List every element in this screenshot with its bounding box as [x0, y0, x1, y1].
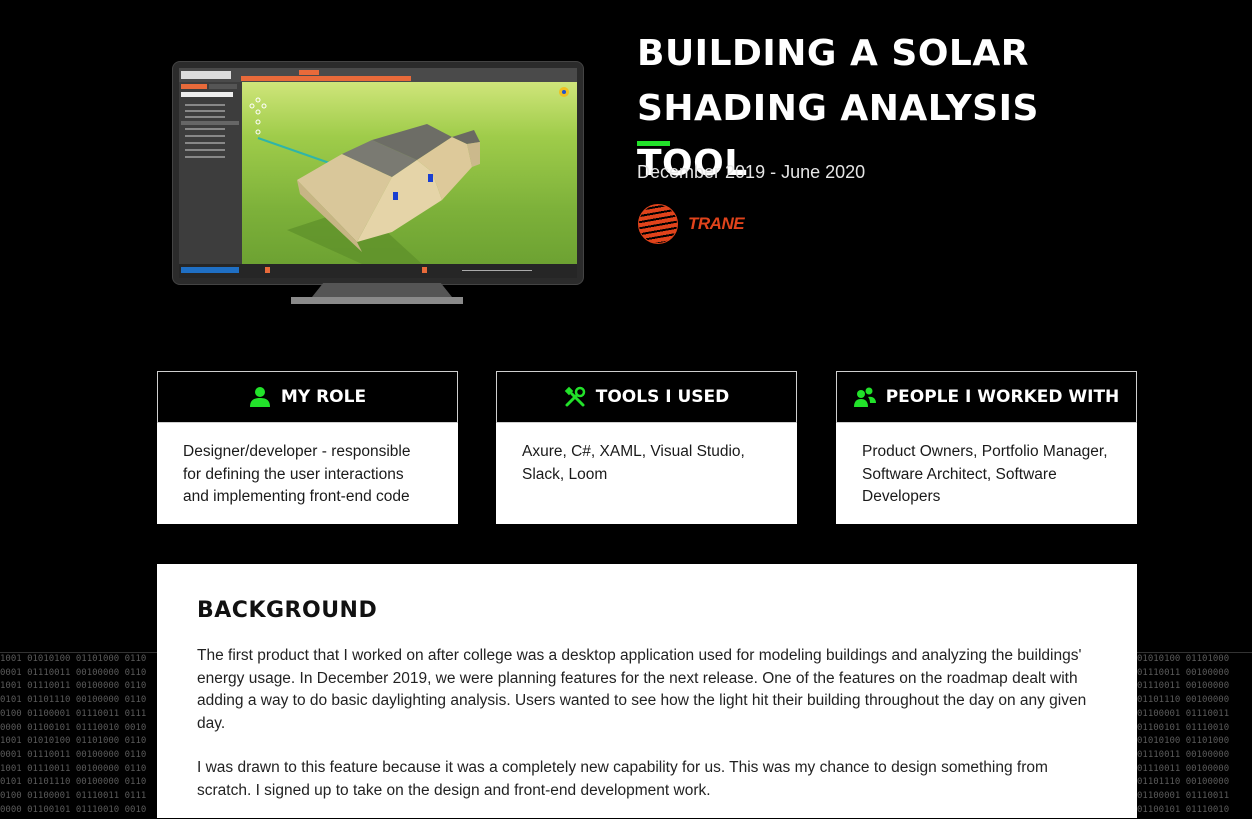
- accent-divider: [637, 141, 670, 146]
- title-line-1: BUILDING A SOLAR: [637, 33, 1029, 74]
- trane-logo: TRANE: [638, 204, 745, 244]
- card-my-role: MY ROLE Designer/developer - responsible…: [157, 371, 458, 524]
- card-tools: TOOLS I USED Axure, C#, XAML, Visual Stu…: [496, 371, 797, 524]
- trane-logo-text: TRANE: [688, 214, 745, 233]
- project-dates: December 2019 - June 2020: [637, 162, 866, 182]
- monitor-stand: [312, 283, 452, 297]
- trane-logo-icon: [638, 204, 678, 244]
- card-title: TOOLS I USED: [595, 387, 730, 407]
- user-icon: [249, 387, 270, 407]
- card-header: MY ROLE: [157, 371, 458, 423]
- card-title: MY ROLE: [280, 387, 367, 407]
- card-header: TOOLS I USED: [496, 371, 797, 423]
- app-toolbar: [179, 68, 577, 82]
- app-screenshot: [179, 68, 577, 278]
- app-sidebar: [179, 82, 242, 264]
- card-body: Product Owners, Portfolio Manager, Softw…: [836, 423, 1137, 524]
- card-body: Axure, C#, XAML, Visual Studio, Slack, L…: [496, 423, 797, 524]
- card-people: PEOPLE I WORKED WITH Product Owners, Por…: [836, 371, 1137, 524]
- monitor-base: [291, 297, 463, 304]
- binary-pattern-right: 01010100 01101000 01110011 00100000 0111…: [1137, 652, 1252, 819]
- background-paragraph-1: The first product that I worked on after…: [197, 647, 1087, 732]
- section-heading: BACKGROUND: [197, 598, 378, 623]
- tools-icon: [564, 386, 585, 407]
- monitor-frame: [172, 61, 584, 285]
- card-title: PEOPLE I WORKED WITH: [885, 387, 1120, 407]
- card-header: PEOPLE I WORKED WITH: [836, 371, 1137, 423]
- compass-icon: [559, 87, 569, 97]
- background-paragraph-2: I was drawn to this feature because it w…: [197, 759, 1048, 799]
- 3d-viewport: [242, 82, 577, 264]
- background-section: BACKGROUND The first product that I work…: [157, 564, 1137, 818]
- card-body: Designer/developer - responsible for def…: [157, 423, 458, 524]
- building-model: [249, 87, 569, 264]
- binary-pattern-left: 1001 01010100 01101000 0110 0001 0111001…: [0, 652, 160, 819]
- monitor-screenshot: [172, 61, 584, 306]
- people-icon: [853, 387, 876, 407]
- app-statusbar: [179, 264, 577, 278]
